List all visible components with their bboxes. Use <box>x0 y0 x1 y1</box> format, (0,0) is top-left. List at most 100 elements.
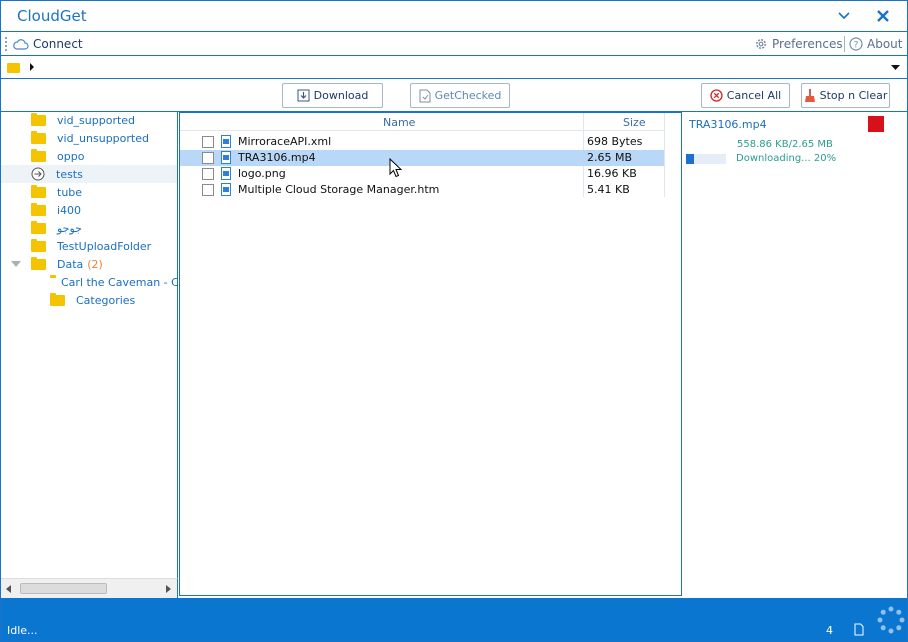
connect-label: Connect <box>33 37 83 51</box>
minimize-button[interactable] <box>833 6 855 26</box>
action-toolbar: Download GetChecked Cancel All Stop n Cl… <box>1 79 907 112</box>
close-button[interactable] <box>872 6 894 26</box>
path-root-folder-icon[interactable] <box>7 63 20 73</box>
tree-item-categories[interactable]: Categories <box>1 291 177 309</box>
preferences-label: Preferences <box>772 37 843 51</box>
folder-icon <box>31 220 46 234</box>
cancel-all-button[interactable]: Cancel All <box>701 83 790 108</box>
get-checked-button[interactable]: GetChecked <box>410 83 510 108</box>
download-status-text: Downloading... 20% <box>736 153 837 164</box>
tree-item-oppo[interactable]: oppo <box>1 147 177 165</box>
stop-clear-button[interactable]: Stop n Clear <box>801 83 890 108</box>
tree-item-data[interactable]: Data (2) <box>1 255 177 273</box>
path-separator-arrow-icon[interactable] <box>29 63 35 71</box>
download-panel: TRA3106.mp4 558.86 KB/2.65 MB Downloadin… <box>682 112 907 598</box>
scroll-right-icon[interactable] <box>166 585 171 593</box>
file-icon <box>221 183 231 196</box>
tree-item-label: tests <box>56 167 83 181</box>
toolbar-grip[interactable] <box>5 37 7 51</box>
file-name: Multiple Cloud Storage Manager.htm <box>238 183 440 196</box>
document-check-icon <box>419 89 431 102</box>
stop-download-button[interactable] <box>868 116 884 132</box>
tree-item-label: tube <box>57 185 83 199</box>
path-bar <box>1 56 907 79</box>
folder-icon <box>31 148 46 162</box>
file-size: 2.65 MB <box>587 151 633 164</box>
tree-item-vid-supported[interactable]: vid_supported <box>1 112 177 129</box>
file-checkbox[interactable] <box>202 136 214 148</box>
folder-icon <box>50 292 65 306</box>
tree-item-label: Data <box>57 257 84 271</box>
tree-item-tube[interactable]: tube <box>1 183 177 201</box>
status-bar: Idle... 4 <box>1 598 907 641</box>
status-text: Idle... <box>7 624 38 637</box>
tree-item-label: i400 <box>57 203 82 217</box>
scroll-left-icon[interactable] <box>6 585 11 593</box>
tree-item-label: جوجو <box>57 221 82 235</box>
menu-separator <box>844 36 845 52</box>
download-label: Download <box>313 89 369 102</box>
mouse-cursor-icon <box>389 158 403 178</box>
file-row[interactable]: logo.png 16.96 KB <box>180 166 664 182</box>
download-progress-text: 558.86 KB/2.65 MB <box>737 139 833 150</box>
tree-horizontal-scrollbar[interactable] <box>1 578 178 598</box>
file-icon <box>221 151 231 164</box>
status-count: 4 <box>826 624 833 637</box>
scrollbar-thumb[interactable] <box>20 583 107 594</box>
tree-item-vid-unsupported[interactable]: vid_unsupported <box>1 129 177 147</box>
broom-icon <box>804 88 815 102</box>
cancel-icon <box>710 89 723 102</box>
download-file-name: TRA3106.mp4 <box>689 118 767 131</box>
tree-item-label: Carl the Caveman - C <box>61 275 178 289</box>
download-progress-bar <box>686 154 726 164</box>
download-icon <box>297 89 310 102</box>
tree-item-testuploadfolder[interactable]: TestUploadFolder <box>1 237 177 255</box>
tree-item-tests[interactable]: tests <box>1 165 177 183</box>
close-icon <box>877 10 889 22</box>
file-list-header: Name Size <box>180 113 664 131</box>
about-menu[interactable]: ? About <box>849 35 902 53</box>
tree-item-label: Categories <box>76 293 136 307</box>
expand-arrow-icon[interactable] <box>11 260 21 268</box>
preferences-menu[interactable]: Preferences <box>754 35 843 53</box>
tree-item-label: TestUploadFolder <box>57 239 152 253</box>
arrow-circle-icon <box>31 167 45 181</box>
path-dropdown-icon[interactable] <box>891 65 900 70</box>
loading-spinner-icon <box>877 606 905 634</box>
cancel-all-label: Cancel All <box>726 89 782 102</box>
file-row[interactable]: MirroraceAPI.xml 698 Bytes <box>180 134 664 150</box>
app-window: CloudGet Connect Preferences ? About Dow… <box>0 0 908 642</box>
svg-text:?: ? <box>854 41 859 51</box>
tree-item-count: (2) <box>87 257 103 271</box>
file-checkbox[interactable] <box>202 152 214 164</box>
file-row[interactable]: Multiple Cloud Storage Manager.htm 5.41 … <box>180 182 664 198</box>
tree-item-carl-the-caveman[interactable]: Carl the Caveman - C <box>1 273 178 291</box>
about-label: About <box>867 37 903 51</box>
file-icon <box>221 167 231 180</box>
title-bar: CloudGet <box>1 1 907 32</box>
get-checked-label: GetChecked <box>434 89 502 102</box>
help-icon: ? <box>849 37 863 51</box>
file-row-selected[interactable]: TRA3106.mp4 2.65 MB <box>180 150 664 166</box>
stop-clear-label: Stop n Clear <box>819 89 888 102</box>
download-progress-fill <box>686 154 694 164</box>
tree-item-label: vid_unsupported <box>57 131 149 145</box>
folder-icon <box>31 202 46 216</box>
connect-menu[interactable]: Connect <box>13 35 83 53</box>
file-checkbox[interactable] <box>202 168 214 180</box>
folder-icon <box>31 256 46 270</box>
document-icon[interactable] <box>854 623 864 636</box>
column-size-header[interactable]: Size <box>623 116 646 129</box>
file-name: MirroraceAPI.xml <box>238 135 332 148</box>
file-name: logo.png <box>238 167 286 180</box>
column-name-header[interactable]: Name <box>383 116 415 129</box>
tree-item-label: oppo <box>57 149 85 163</box>
folder-tree: vid_supported vid_unsupported oppo tests… <box>1 112 178 578</box>
tree-item-arabic-folder[interactable]: جوجو <box>1 219 177 237</box>
chevron-down-icon <box>838 12 850 20</box>
file-size: 5.41 KB <box>587 183 630 196</box>
file-checkbox[interactable] <box>202 184 214 196</box>
folder-icon <box>31 184 46 198</box>
tree-item-i400[interactable]: i400 <box>1 201 177 219</box>
download-button[interactable]: Download <box>282 83 383 108</box>
